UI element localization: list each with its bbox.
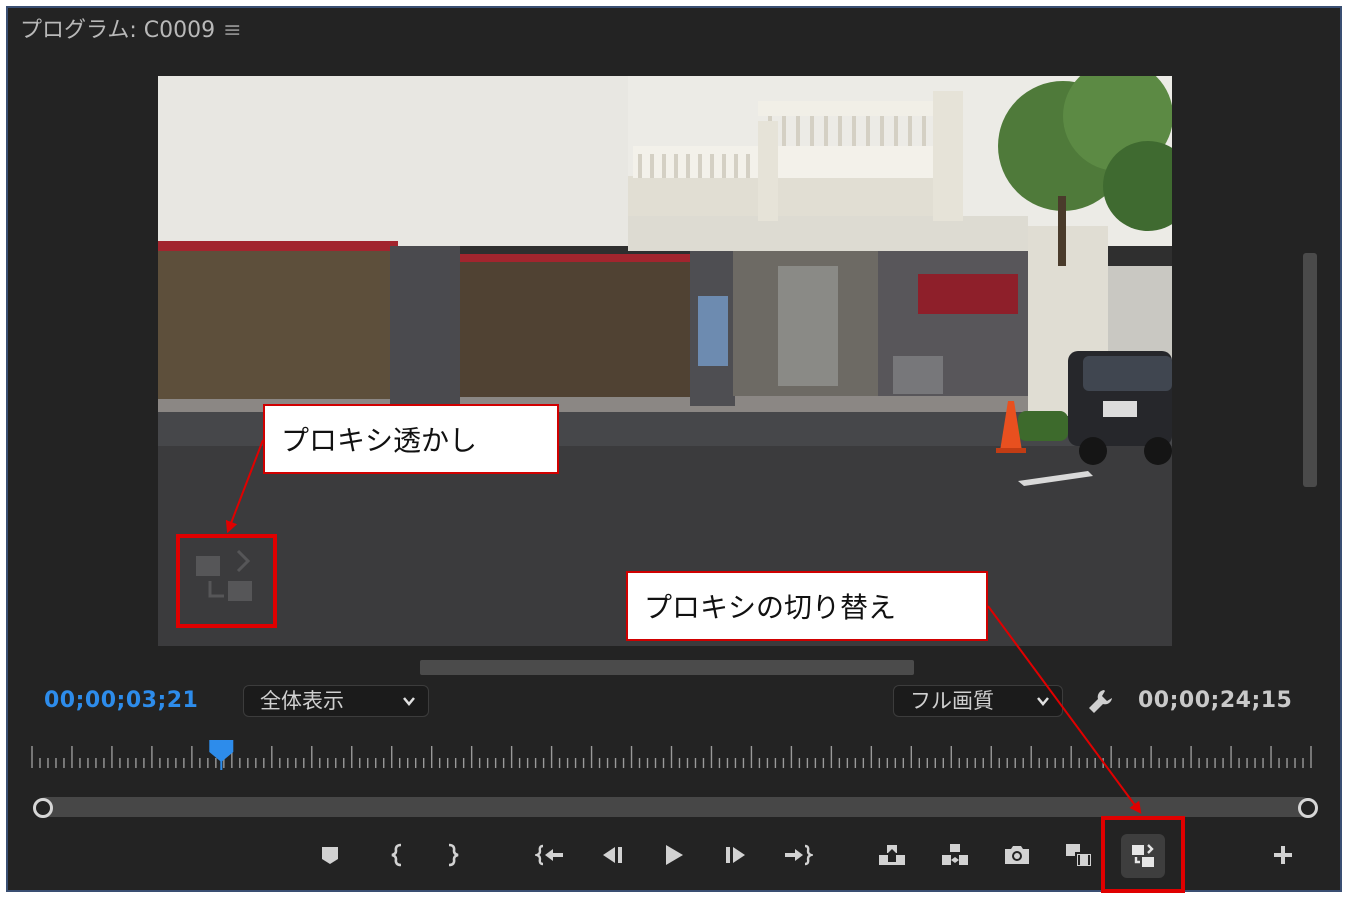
play-icon <box>666 845 683 865</box>
panel-title[interactable]: プログラム: C0009 ≡ <box>20 12 242 44</box>
zoom-level-value: 全体表示 <box>260 689 344 713</box>
toggle-highlight-box <box>1101 816 1185 893</box>
go-to-in-icon <box>535 844 563 866</box>
time-ruler[interactable] <box>30 740 1315 772</box>
watermark-callout: プロキシ透かし <box>263 404 559 474</box>
watermark-highlight-box <box>176 534 277 628</box>
zoom-handle-end[interactable] <box>1298 798 1318 818</box>
video-frame-image <box>158 76 1172 646</box>
step-forward-button[interactable] <box>715 835 755 875</box>
lift-icon <box>879 845 905 865</box>
playback-resolution-value: フル画質 <box>910 689 994 713</box>
plus-icon <box>1274 846 1292 864</box>
lift-button[interactable] <box>872 835 912 875</box>
comparison-icon <box>1066 844 1093 868</box>
toggle-callout-label: プロキシの切り替え <box>644 591 897 624</box>
go-to-out-button[interactable] <box>778 835 818 875</box>
go-to-in-button[interactable] <box>530 835 570 875</box>
video-preview <box>158 76 1172 646</box>
step-back-icon <box>603 847 622 863</box>
wrench-icon[interactable] <box>1086 686 1116 716</box>
horizontal-scrollbar[interactable] <box>420 660 914 675</box>
panel-title-text: プログラム: C0009 <box>20 18 216 43</box>
mark-out-icon <box>448 843 459 867</box>
button-editor-button[interactable] <box>1263 835 1303 875</box>
chevron-down-icon <box>403 697 415 706</box>
zoom-handle-start[interactable] <box>33 798 53 818</box>
zoom-level-select[interactable]: 全体表示 <box>243 685 429 717</box>
extract-button[interactable] <box>935 835 975 875</box>
extract-icon <box>942 844 968 865</box>
play-button[interactable] <box>653 835 693 875</box>
current-timecode[interactable]: 00;00;03;21 <box>44 688 198 713</box>
toggle-callout: プロキシの切り替え <box>626 571 988 641</box>
go-to-out-icon <box>785 844 813 866</box>
mark-in-icon <box>391 843 402 867</box>
step-back-button[interactable] <box>593 835 633 875</box>
chevron-down-icon <box>1037 697 1049 706</box>
mark-out-button[interactable] <box>433 835 473 875</box>
mark-in-button[interactable] <box>377 835 417 875</box>
comparison-view-button[interactable] <box>1059 835 1099 875</box>
playhead[interactable] <box>209 740 234 770</box>
add-marker-button[interactable] <box>310 835 350 875</box>
duration-timecode: 00;00;24;15 <box>1138 688 1293 713</box>
camera-icon <box>1005 846 1029 864</box>
step-forward-icon <box>726 847 745 863</box>
zoom-scroll-track[interactable] <box>36 797 1312 817</box>
panel-menu-icon[interactable]: ≡ <box>223 18 241 43</box>
watermark-callout-label: プロキシ透かし <box>281 424 478 457</box>
export-frame-button[interactable] <box>997 835 1037 875</box>
vertical-scrollbar[interactable] <box>1303 253 1317 487</box>
playback-resolution-select[interactable]: フル画質 <box>893 685 1063 717</box>
marker-icon <box>322 847 338 864</box>
